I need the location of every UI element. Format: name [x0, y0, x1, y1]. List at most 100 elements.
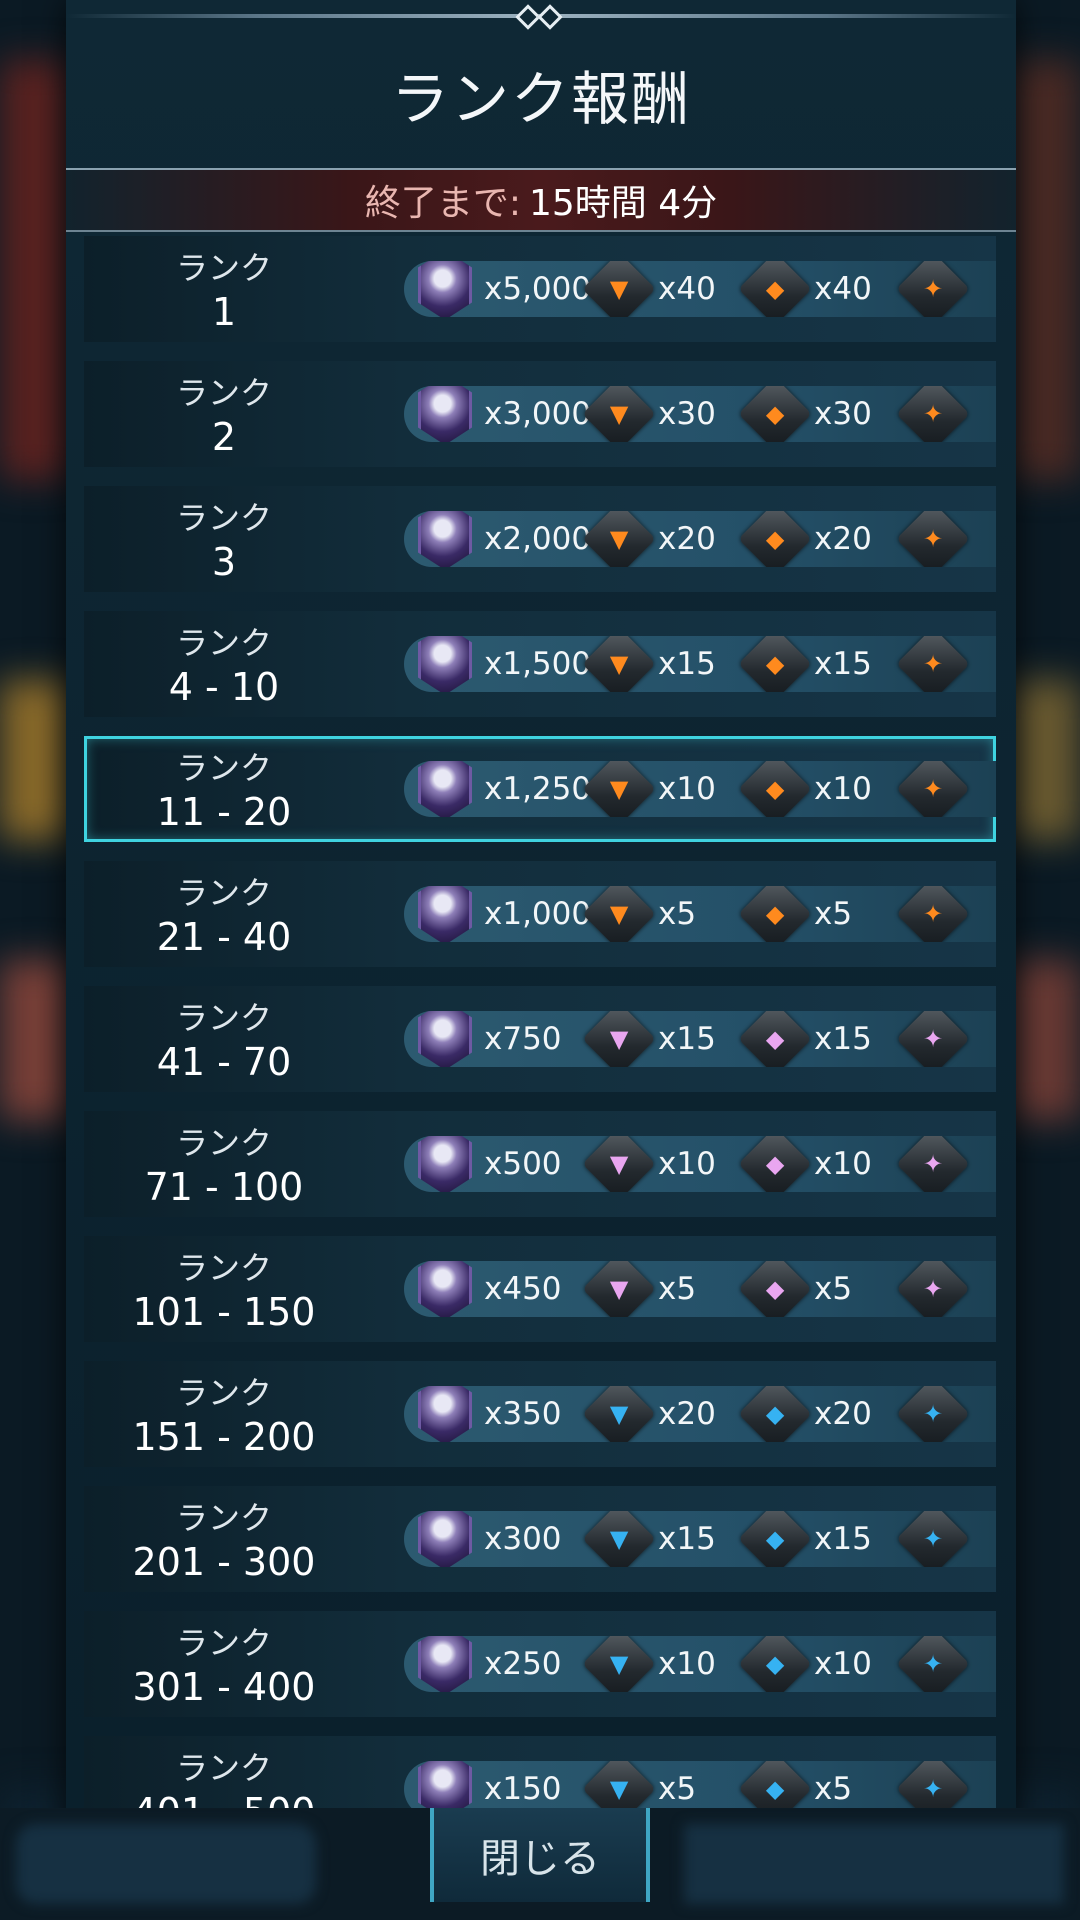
reward-quantity: x350: [484, 1396, 562, 1432]
reward-quantity: x20: [658, 1396, 716, 1432]
reward-item: x300: [416, 1511, 562, 1567]
reward-quantity: x5,000: [484, 271, 592, 307]
rank-row: ランク 101 - 150 x450 ▼ x5 ◆ x5 ✦: [84, 1236, 996, 1342]
emblem-shield-icon: ◆: [738, 1136, 812, 1192]
emblem-arrow-icon: ▼: [582, 1136, 656, 1192]
rank-rewards-dialog: ランク報酬 終了まで: 15時間 4分 ランク 1 x5,000 ▼ x40 ◆ x40 ✦ ラ…: [66, 0, 1016, 1920]
reward-item: ▼ x30: [582, 386, 716, 442]
rank-row: ランク 71 - 100 x500 ▼ x10 ◆ x10 ✦: [84, 1111, 996, 1217]
reward-item: ◆ x15: [738, 1011, 872, 1067]
reward-strip: x1,500 ▼ x15 ◆ x15 ✦: [404, 636, 996, 692]
reward-item: ◆ x5: [738, 1261, 853, 1317]
emblem-shield-icon: ◆: [738, 886, 812, 942]
reward-item: ◆ x5: [738, 886, 852, 942]
dialog-title: ランク報酬: [390, 65, 691, 133]
reward-quantity: x300: [484, 1521, 562, 1557]
crystal-icon: [416, 1636, 474, 1692]
rank-label: ランク 11 - 20: [124, 746, 324, 834]
reward-strip: x2,000 ▼ x20 ◆ x20 ✦: [404, 511, 996, 567]
reward-item: ▼ x20: [582, 511, 716, 567]
reward-item: x5,000: [416, 261, 591, 317]
reward-item: x3,000: [416, 386, 591, 442]
reward-item: ◆ x20: [738, 1386, 872, 1442]
reward-quantity: x5: [814, 1271, 853, 1307]
crystal-icon: [416, 261, 474, 317]
emblem-arrow-icon: ▼: [582, 886, 656, 942]
rank-word: ランク: [175, 1249, 272, 1287]
rank-label: ランク 301 - 400: [124, 1621, 324, 1709]
crystal-icon: [416, 1011, 474, 1067]
reward-item: ✦: [896, 1636, 970, 1692]
reward-item: ✦: [896, 1511, 970, 1567]
crystal-icon: [416, 1136, 474, 1192]
rank-label: ランク 151 - 200: [124, 1371, 324, 1459]
rank-label: ランク 101 - 150: [124, 1246, 324, 1334]
reward-item: ✦: [896, 886, 970, 942]
reward-strip: x3,000 ▼ x30 ◆ x30 ✦: [404, 386, 996, 442]
rank-word: ランク: [175, 1124, 272, 1162]
emblem-shield-icon: ◆: [738, 386, 812, 442]
reward-quantity: x450: [484, 1271, 562, 1307]
rank-range: 3: [211, 540, 237, 584]
rank-row: ランク 1 x5,000 ▼ x40 ◆ x40 ✦: [84, 236, 996, 342]
emblem-shield-icon: ◆: [738, 1761, 812, 1808]
reward-quantity: x20: [814, 1396, 872, 1432]
reward-strip: x300 ▼ x15 ◆ x15 ✦: [404, 1511, 996, 1567]
emblem-shield-icon: ◆: [738, 761, 812, 817]
reward-item: x1,500: [416, 636, 591, 692]
reward-item: ✦: [896, 261, 970, 317]
emblem-shield-icon: ◆: [738, 511, 812, 567]
rank-word: ランク: [175, 624, 272, 662]
reward-quantity: x15: [658, 1021, 716, 1057]
reward-quantity: x15: [814, 1021, 872, 1057]
rank-label: ランク 71 - 100: [124, 1121, 324, 1209]
reward-item: x500: [416, 1136, 562, 1192]
rank-row: ランク401 - 500x150▼x5◆x5✦: [84, 1736, 996, 1808]
reward-item: x1,250: [416, 761, 591, 817]
countdown-banner: 終了まで: 15時間 4分: [66, 168, 1016, 232]
crystal-icon: [416, 511, 474, 567]
reward-quantity: x10: [658, 1646, 716, 1682]
rank-row: ランク 41 - 70 x750 ▼ x15 ◆ x15 ✦: [84, 986, 996, 1092]
reward-list[interactable]: ランク 1 x5,000 ▼ x40 ◆ x40 ✦ ランク 2 x3,000 ▼ x30 ◆ x30 ✦ ラン…: [84, 236, 996, 1808]
reward-quantity: x40: [658, 271, 716, 307]
emblem-star-icon: ✦: [896, 1761, 970, 1808]
rank-label: ランク 41 - 70: [124, 996, 324, 1084]
emblem-arrow-icon: ▼: [582, 1511, 656, 1567]
emblem-arrow-icon: ▼: [582, 636, 656, 692]
emblem-shield-icon: ◆: [738, 261, 812, 317]
rank-label: ランク 4 - 10: [124, 621, 324, 709]
reward-item: ◆ x5: [738, 1761, 852, 1808]
emblem-shield-icon: ◆: [738, 1386, 812, 1442]
emblem-shield-icon: ◆: [738, 1636, 812, 1692]
reward-item: x450: [416, 1261, 562, 1317]
reward-quantity: x10: [814, 771, 872, 807]
rank-range: 301 - 400: [132, 1665, 316, 1709]
emblem-arrow-icon: ▼: [582, 1761, 656, 1808]
reward-quantity: x3,000: [484, 396, 592, 432]
reward-quantity: x5: [658, 1271, 697, 1307]
reward-item: ✦: [896, 1011, 970, 1067]
reward-quantity: x15: [658, 1521, 716, 1557]
rank-word: ランク: [175, 374, 272, 412]
emblem-arrow-icon: ▼: [582, 1636, 656, 1692]
crystal-icon: [416, 1386, 474, 1442]
rank-range: 101 - 150: [132, 1290, 316, 1334]
reward-item: ✦: [896, 636, 970, 692]
close-button[interactable]: 閉じる: [430, 1808, 650, 1902]
reward-item: ◆ x10: [738, 1636, 872, 1692]
reward-quantity: x20: [658, 521, 716, 557]
reward-item: ◆ x10: [738, 1136, 872, 1192]
reward-item: x150: [416, 1761, 562, 1808]
emblem-star-icon: ✦: [896, 261, 970, 317]
reward-item: ✦: [896, 511, 970, 567]
reward-item: ◆ x30: [738, 386, 872, 442]
reward-item: ▼ x5: [582, 1761, 696, 1808]
rank-word: ランク: [175, 1624, 272, 1662]
emblem-star-icon: ✦: [896, 511, 970, 567]
reward-strip: x150 ▼ x5 ◆ x5 ✦: [404, 1761, 996, 1808]
diamond-ornament-icon: [509, 4, 573, 30]
emblem-star-icon: ✦: [896, 1636, 970, 1692]
reward-quantity: x15: [814, 1521, 872, 1557]
reward-item: ▼ x10: [582, 761, 716, 817]
